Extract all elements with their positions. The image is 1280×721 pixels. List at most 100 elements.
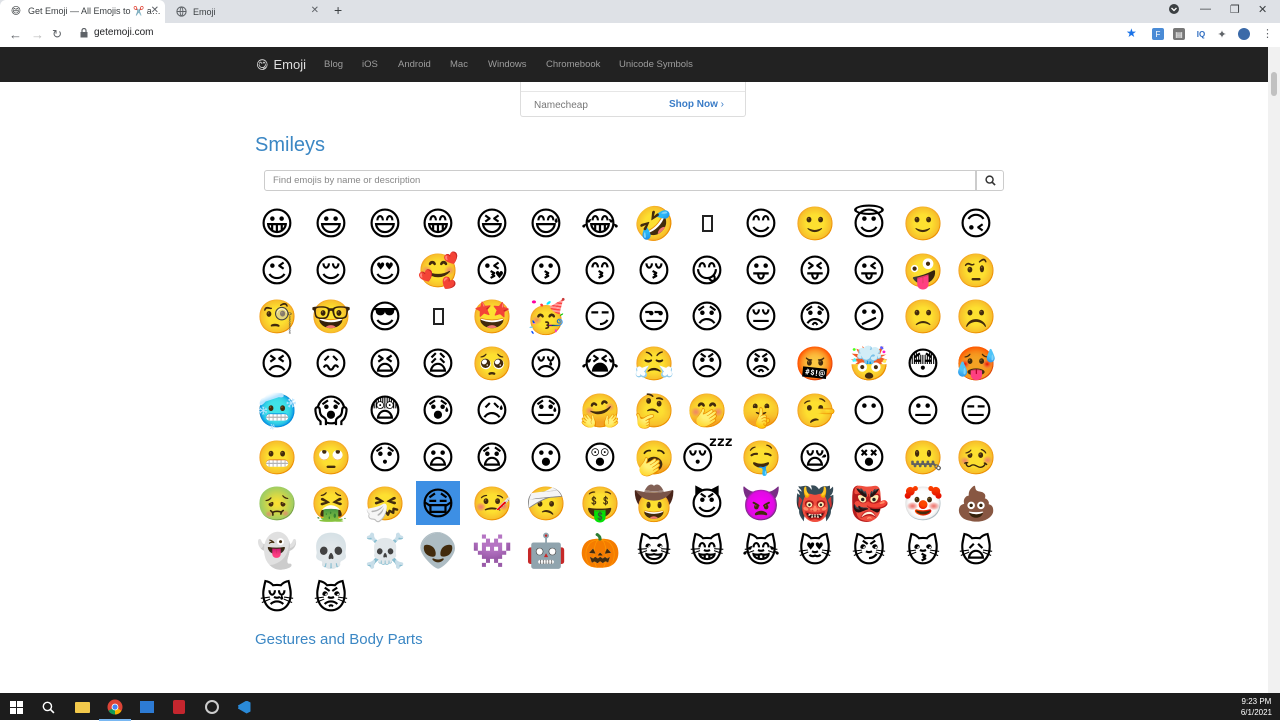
- emoji-cell[interactable]: 😅: [524, 201, 568, 245]
- emoji-cell[interactable]: 🙂: [901, 201, 945, 245]
- emoji-cell[interactable]: 😛: [739, 248, 783, 292]
- close-tab-icon[interactable]: ✕: [151, 5, 159, 16]
- emoji-cell[interactable]: [416, 294, 460, 338]
- emoji-cell[interactable]: 😆: [470, 201, 514, 245]
- emoji-search-input[interactable]: Find emojis by name or description: [264, 170, 976, 191]
- emoji-cell[interactable]: 🤖: [524, 528, 568, 572]
- emoji-cell[interactable]: 🤨: [954, 248, 998, 292]
- emoji-cell[interactable]: 🥳: [524, 294, 568, 338]
- emoji-cell[interactable]: 😌: [309, 248, 353, 292]
- emoji-cell[interactable]: 😊: [739, 201, 783, 245]
- emoji-cell[interactable]: 😠: [685, 341, 729, 385]
- extension-icon-2[interactable]: ▤: [1173, 28, 1185, 40]
- nav-unicode-symbols[interactable]: Unicode Symbols: [619, 59, 693, 70]
- emoji-cell[interactable]: 😜: [847, 248, 891, 292]
- emoji-cell[interactable]: 😇: [847, 201, 891, 245]
- extension-icon-3[interactable]: IQ: [1195, 28, 1207, 40]
- nav-windows[interactable]: Windows: [488, 59, 527, 70]
- close-window-icon[interactable]: ✕: [1258, 3, 1267, 16]
- close-tab-icon[interactable]: ✕: [311, 5, 319, 16]
- emoji-cell[interactable]: 😬: [255, 435, 299, 479]
- emoji-cell[interactable]: 🤫: [739, 388, 783, 432]
- emoji-cell[interactable]: 😾: [309, 575, 353, 619]
- vscode-icon[interactable]: [234, 697, 254, 717]
- new-tab-button[interactable]: +: [334, 2, 342, 18]
- emoji-cell[interactable]: 🥵: [954, 341, 998, 385]
- bookmark-star-icon[interactable]: ★: [1126, 26, 1137, 40]
- emoji-cell[interactable]: 🤥: [793, 388, 837, 432]
- tab-emoji[interactable]: Emoji ✕: [165, 0, 325, 23]
- windows-start-icon[interactable]: [6, 697, 26, 717]
- emoji-cell[interactable]: 🤐: [901, 435, 945, 479]
- emoji-cell[interactable]: 😲: [578, 435, 622, 479]
- emoji-cell[interactable]: 💀: [309, 528, 353, 572]
- emoji-cell[interactable]: ☹️: [954, 294, 998, 338]
- emoji-cell[interactable]: 😧: [470, 435, 514, 479]
- ad-shop-now-link[interactable]: Shop Now ›: [669, 99, 724, 110]
- emoji-cell[interactable]: 🤠: [632, 481, 676, 525]
- emoji-cell[interactable]: 🤭: [685, 388, 729, 432]
- emoji-cell[interactable]: 😱: [309, 388, 353, 432]
- emoji-cell[interactable]: 👿: [739, 481, 783, 525]
- emoji-cell[interactable]: 😫: [363, 341, 407, 385]
- nav-blog[interactable]: Blog: [324, 59, 343, 70]
- file-explorer-icon[interactable]: [72, 697, 92, 717]
- emoji-cell[interactable]: 😋: [685, 248, 729, 292]
- emoji-cell[interactable]: 😓: [524, 388, 568, 432]
- emoji-cell[interactable]: 😭: [578, 341, 622, 385]
- emoji-cell[interactable]: 😚: [632, 248, 676, 292]
- emoji-cell[interactable]: 🤗: [578, 388, 622, 432]
- emoji-cell[interactable]: 🙂: [793, 201, 837, 245]
- emoji-cell[interactable]: 😰: [416, 388, 460, 432]
- emoji-cell[interactable]: 🤢: [255, 481, 299, 525]
- emoji-cell[interactable]: [685, 201, 729, 245]
- emoji-cell[interactable]: 😎: [363, 294, 407, 338]
- reload-icon[interactable]: ↻: [52, 27, 62, 41]
- emoji-cell[interactable]: 😝: [793, 248, 837, 292]
- taskbar-clock[interactable]: 9:23 PM 6/1/2021: [1241, 696, 1272, 718]
- emoji-cell[interactable]: 🤯: [847, 341, 891, 385]
- emoji-cell[interactable]: 😪: [793, 435, 837, 479]
- emoji-cell[interactable]: 😈: [685, 481, 729, 525]
- browser-menu-icon[interactable]: ⋮: [1262, 27, 1273, 40]
- emoji-cell[interactable]: 🤡: [901, 481, 945, 525]
- emoji-cell[interactable]: 😴: [681, 435, 734, 479]
- nav-ios[interactable]: iOS: [362, 59, 378, 70]
- nav-chromebook[interactable]: Chromebook: [546, 59, 600, 70]
- extension-icon-1[interactable]: F: [1152, 28, 1164, 40]
- emoji-cell[interactable]: 😞: [685, 294, 729, 338]
- scrollbar-thumb[interactable]: [1271, 72, 1277, 96]
- emoji-cell[interactable]: 🤣: [632, 201, 676, 245]
- emoji-cell[interactable]: 😗: [524, 248, 568, 292]
- site-brand[interactable]: 😋 Emoji: [256, 57, 306, 72]
- emoji-cell[interactable]: 😍: [363, 248, 407, 292]
- emoji-cell[interactable]: 😒: [632, 294, 676, 338]
- emoji-cell[interactable]: 😥: [470, 388, 514, 432]
- taskbar-search-icon[interactable]: [38, 697, 58, 717]
- emoji-cell[interactable]: 🥶: [255, 388, 299, 432]
- minimize-window-icon[interactable]: —: [1200, 3, 1211, 15]
- emoji-cell[interactable]: 🤒: [470, 481, 514, 525]
- emoji-cell[interactable]: 😔: [739, 294, 783, 338]
- tab-get-emoji[interactable]: 😄 Get Emoji — All Emojis to ✂️ a… ✕: [0, 0, 165, 23]
- emoji-cell[interactable]: 🤧: [363, 481, 407, 525]
- emoji-cell[interactable]: 👽: [416, 528, 460, 572]
- emoji-cell[interactable]: 😁: [416, 201, 460, 245]
- emoji-cell[interactable]: 🙄: [309, 435, 353, 479]
- emoji-cell[interactable]: 😤: [632, 341, 676, 385]
- emoji-cell[interactable]: 😿: [255, 575, 299, 619]
- emoji-cell[interactable]: 🙀: [954, 528, 998, 572]
- ad-banner[interactable]: Namecheap Shop Now ›: [520, 82, 746, 117]
- app-icon-red[interactable]: [169, 697, 189, 717]
- page-scrollbar[interactable]: [1268, 47, 1280, 693]
- emoji-cell[interactable]: 😣: [255, 341, 299, 385]
- emoji-cell[interactable]: 😩: [416, 341, 460, 385]
- emoji-cell[interactable]: 😺: [632, 528, 676, 572]
- emoji-cell[interactable]: 😹: [739, 528, 783, 572]
- emoji-cell[interactable]: 🎃: [578, 528, 622, 572]
- emoji-cell[interactable]: 😻: [793, 528, 837, 572]
- tab-search-icon[interactable]: [1168, 3, 1180, 18]
- emoji-cell[interactable]: 😯: [363, 435, 407, 479]
- obs-icon[interactable]: [202, 697, 222, 717]
- emoji-cell[interactable]: 🤤: [739, 435, 783, 479]
